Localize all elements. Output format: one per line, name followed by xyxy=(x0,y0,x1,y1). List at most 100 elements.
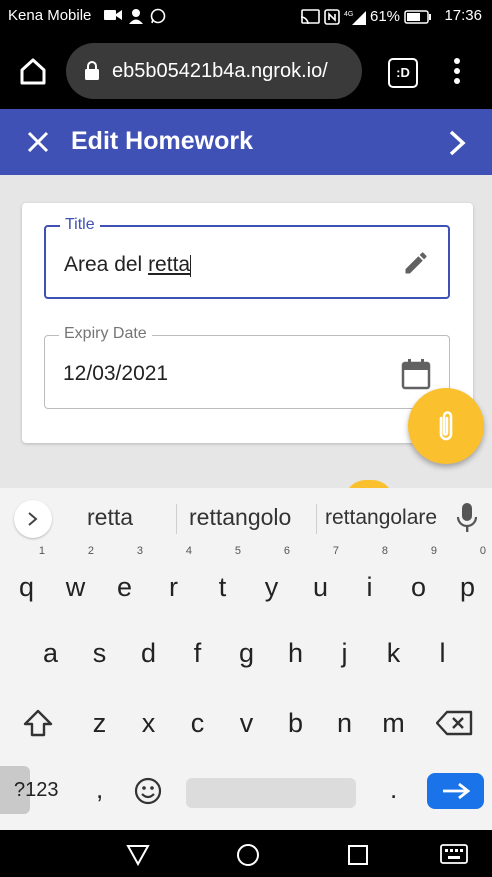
key-y[interactable]: 6y xyxy=(247,546,296,616)
key-hint: 1 xyxy=(38,545,45,557)
title-value-prefix: Area del xyxy=(64,253,149,276)
key-r[interactable]: 4r xyxy=(149,546,198,616)
comma-key[interactable]: , xyxy=(96,774,103,805)
browser-toolbar: eb5b05421b4a.ngrok.io/ :D xyxy=(0,34,492,109)
expiry-date-label: Expiry Date xyxy=(59,325,152,343)
key-letter: i xyxy=(366,572,373,602)
key-letter: y xyxy=(264,572,279,602)
spacebar[interactable] xyxy=(186,778,356,808)
key-letter: t xyxy=(218,572,227,602)
key-v[interactable]: v xyxy=(222,694,271,752)
whatsapp-icon xyxy=(150,8,166,24)
key-letter: p xyxy=(459,572,476,602)
address-bar[interactable]: eb5b05421b4a.ngrok.io/ xyxy=(66,43,362,99)
url-text: eb5b05421b4a.ngrok.io/ xyxy=(112,59,328,82)
key-l[interactable]: l xyxy=(418,624,467,682)
suggestion-1[interactable]: retta xyxy=(87,504,133,531)
status-bar: Kena Mobile 4G 61% 17:36 xyxy=(0,0,492,34)
keyboard-switch-icon[interactable] xyxy=(440,844,468,864)
period-key[interactable]: . xyxy=(390,774,397,805)
carrier-name: Kena Mobile xyxy=(8,7,92,24)
close-icon[interactable] xyxy=(26,130,50,154)
system-icons: 4G 61% xyxy=(300,8,432,25)
tab-count: :D xyxy=(396,65,410,80)
key-hint: 4 xyxy=(185,545,192,557)
key-s[interactable]: s xyxy=(75,624,124,682)
emoji-icon[interactable] xyxy=(134,777,162,805)
key-m[interactable]: m xyxy=(369,694,418,752)
recents-icon[interactable] xyxy=(347,844,369,866)
expiry-date-field[interactable]: Expiry Date 12/03/2021 xyxy=(44,325,450,409)
system-navigation-bar xyxy=(0,830,492,877)
key-g[interactable]: g xyxy=(222,624,271,682)
suggestion-3[interactable]: rettangolare xyxy=(325,506,437,530)
key-letter: u xyxy=(312,572,329,602)
suggestion-divider xyxy=(176,504,177,534)
suggestion-2[interactable]: rettangolo xyxy=(189,504,291,531)
shift-icon[interactable] xyxy=(22,708,54,738)
page-title: Edit Homework xyxy=(71,127,253,155)
backspace-icon[interactable] xyxy=(436,710,474,736)
expiry-date-value[interactable]: 12/03/2021 xyxy=(63,362,168,386)
key-k[interactable]: k xyxy=(369,624,418,682)
pencil-icon[interactable] xyxy=(402,249,430,277)
text-caret xyxy=(190,255,192,277)
on-screen-keyboard: retta rettangolo rettangolare 1q2w3e4r5t… xyxy=(0,488,492,830)
key-u[interactable]: 7u xyxy=(296,546,345,616)
key-e[interactable]: 3e xyxy=(100,546,149,616)
svg-text:4G: 4G xyxy=(344,11,353,18)
key-x[interactable]: x xyxy=(124,694,173,752)
key-hint: 2 xyxy=(87,545,94,557)
microphone-icon[interactable] xyxy=(456,502,478,534)
title-input-value[interactable]: Area del retta xyxy=(64,253,192,277)
attach-button[interactable] xyxy=(408,388,484,464)
key-f[interactable]: f xyxy=(173,624,222,682)
tab-switcher-button[interactable]: :D xyxy=(388,58,418,88)
chevron-right-icon xyxy=(28,512,38,526)
key-letter: o xyxy=(410,572,427,602)
key-a[interactable]: a xyxy=(26,624,75,682)
enter-key[interactable] xyxy=(427,773,484,809)
key-hint: 9 xyxy=(430,545,437,557)
key-i[interactable]: 8i xyxy=(345,546,394,616)
key-j[interactable]: j xyxy=(320,624,369,682)
key-q[interactable]: 1q xyxy=(2,546,51,616)
key-o[interactable]: 9o xyxy=(394,546,443,616)
key-hint: 7 xyxy=(332,545,339,557)
key-hint: 3 xyxy=(136,545,143,557)
key-hint: 0 xyxy=(479,545,486,557)
home-icon[interactable] xyxy=(18,56,48,86)
key-c[interactable]: c xyxy=(173,694,222,752)
symbols-key[interactable]: ?123 xyxy=(14,779,59,802)
video-icon xyxy=(104,10,122,20)
signal-icon: 4G xyxy=(344,10,366,25)
notification-icons xyxy=(104,8,166,24)
expand-suggestions-button[interactable] xyxy=(14,500,52,538)
chevron-right-icon[interactable] xyxy=(446,129,468,157)
key-letter: q xyxy=(18,572,35,602)
more-menu-icon[interactable] xyxy=(448,56,466,86)
key-letter: r xyxy=(169,572,178,602)
paperclip-icon xyxy=(439,411,453,441)
key-b[interactable]: b xyxy=(271,694,320,752)
key-hint: 8 xyxy=(381,545,388,557)
homework-form-card: Title Area del retta Expiry Date 12/03/2… xyxy=(22,203,473,443)
suggestion-strip: retta rettangolo rettangolare xyxy=(0,488,492,548)
key-n[interactable]: n xyxy=(320,694,369,752)
person-icon xyxy=(129,9,143,24)
key-p[interactable]: 0p xyxy=(443,546,492,616)
key-z[interactable]: z xyxy=(75,694,124,752)
back-icon[interactable] xyxy=(126,844,150,866)
home-nav-icon[interactable] xyxy=(236,843,260,867)
title-field[interactable]: Title Area del retta xyxy=(44,216,450,299)
calendar-icon[interactable] xyxy=(401,358,431,390)
key-w[interactable]: 2w xyxy=(51,546,100,616)
key-letter: e xyxy=(116,572,133,602)
key-letter: w xyxy=(65,572,86,602)
key-d[interactable]: d xyxy=(124,624,173,682)
suggestion-divider xyxy=(316,504,317,534)
lock-icon xyxy=(85,61,99,80)
key-hint: 5 xyxy=(234,545,241,557)
key-t[interactable]: 5t xyxy=(198,546,247,616)
key-h[interactable]: h xyxy=(271,624,320,682)
